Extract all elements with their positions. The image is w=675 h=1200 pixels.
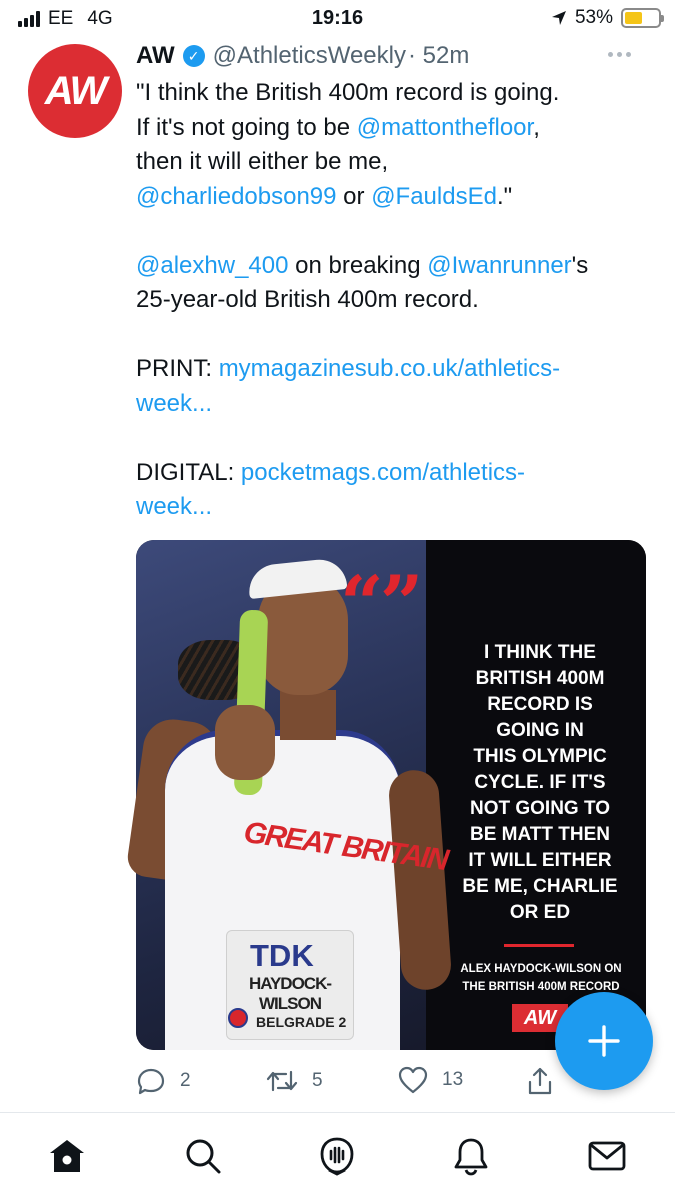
text-span: If it's not going to be bbox=[136, 113, 357, 141]
text-span: , bbox=[533, 113, 540, 141]
quote-line: THIS OLYMPIC bbox=[473, 746, 607, 767]
bottom-tab-bar bbox=[0, 1113, 675, 1200]
battery-percent: 53% bbox=[574, 7, 613, 28]
mention-link[interactable]: @charliedobson99 bbox=[136, 183, 337, 210]
text-span: 's bbox=[571, 251, 589, 279]
tweet-header: AW ✓ @AthleticsWeekly · 52m bbox=[136, 42, 469, 70]
mention-link[interactable]: @alexhw_400 bbox=[136, 252, 288, 279]
tab-home[interactable] bbox=[44, 1133, 90, 1179]
like-button[interactable]: 13 bbox=[398, 1066, 463, 1094]
verified-badge-icon: ✓ bbox=[182, 45, 205, 67]
text-span: on breaking bbox=[288, 251, 428, 279]
mention-link[interactable]: @FauldsEd bbox=[371, 183, 497, 210]
tweet-text: "I think the British 400m record is goin… bbox=[136, 76, 656, 525]
bib-name: HAYDOCK-WILSON bbox=[248, 974, 332, 1013]
credit-line: ALEX HAYDOCK-WILSON ON bbox=[460, 963, 622, 975]
tweet-line: @charliedobson99 or @FauldsEd." bbox=[136, 180, 656, 215]
url-link[interactable]: pocketmags.com/athletics- bbox=[241, 459, 525, 486]
tweet-line: PRINT: mymagazinesub.co.uk/athletics- bbox=[136, 352, 656, 387]
text-span: then it will either be me, bbox=[136, 148, 389, 175]
athlete-neck bbox=[280, 690, 336, 740]
search-icon bbox=[186, 1139, 221, 1174]
compose-tweet-button[interactable] bbox=[555, 992, 653, 1090]
status-bar: EE 4G 19:16 53% bbox=[0, 0, 675, 38]
tweet-line: DIGITAL: pocketmags.com/athletics- bbox=[136, 456, 656, 491]
status-right: 53% bbox=[551, 7, 664, 29]
quote-line: GOING IN bbox=[496, 720, 584, 741]
tab-notifications[interactable] bbox=[448, 1133, 494, 1179]
tweet-timestamp[interactable]: · 52m bbox=[408, 42, 469, 70]
battery-fill bbox=[625, 12, 642, 24]
url-link[interactable]: mymagazinesub.co.uk/athletics- bbox=[219, 355, 560, 382]
quote-line: CYCLE. IF IT'S bbox=[474, 772, 606, 793]
display-name[interactable]: AW bbox=[136, 42, 175, 70]
like-count: 13 bbox=[442, 1069, 464, 1090]
reply-count: 2 bbox=[180, 1070, 191, 1091]
url-link[interactable]: week... bbox=[136, 493, 212, 520]
text-span: DIGITAL: bbox=[136, 458, 241, 486]
quote-line: BE MATT THEN bbox=[469, 824, 611, 845]
reply-button[interactable]: 2 bbox=[136, 1066, 191, 1096]
retweet-icon bbox=[266, 1070, 298, 1092]
tab-search[interactable] bbox=[180, 1133, 226, 1179]
bib-event: BELGRADE 2 bbox=[256, 1014, 347, 1030]
share-icon bbox=[528, 1067, 552, 1095]
tweet-actions: 2 5 13 bbox=[136, 1060, 556, 1104]
quote-marks: “” bbox=[340, 559, 423, 648]
retweet-button[interactable]: 5 bbox=[266, 1066, 323, 1096]
avatar-text: AW bbox=[44, 68, 107, 113]
avatar[interactable]: AW bbox=[28, 44, 122, 138]
home-icon bbox=[50, 1140, 84, 1172]
tweet-line: week... bbox=[136, 490, 656, 525]
bib-brand: TDK bbox=[250, 938, 314, 973]
notifications-icon bbox=[454, 1138, 488, 1176]
tweet-line: @alexhw_400 on breaking @Iwanrunner's bbox=[136, 249, 656, 284]
quote-line: IT WILL EITHER bbox=[468, 850, 612, 871]
text-span: PRINT: bbox=[136, 355, 219, 382]
bib-flag-icon bbox=[228, 1008, 248, 1028]
share-button[interactable] bbox=[526, 1066, 554, 1096]
mention-link[interactable]: @Iwanrunner bbox=[427, 252, 571, 279]
url-link[interactable]: week... bbox=[136, 390, 212, 417]
messages-icon bbox=[588, 1141, 626, 1171]
quote-line: I THINK THE bbox=[484, 642, 596, 663]
tweet-line: 25-year-old British 400m record. bbox=[136, 283, 656, 318]
tweet-line: "I think the British 400m record is goin… bbox=[136, 76, 656, 111]
quote-text: I THINK THE BRITISH 400M RECORD IS GOING IN… bbox=[440, 640, 640, 926]
quote-credit: ALEX HAYDOCK-WILSON ON THE BRITISH 400M … bbox=[436, 960, 646, 996]
tweet-line: week... bbox=[136, 387, 656, 422]
text-span: 25-year-old British 400m record. bbox=[136, 286, 479, 313]
text-span: "I think the British 400m record is goin… bbox=[136, 79, 560, 106]
plus-icon bbox=[588, 1025, 620, 1057]
quote-line: BE ME, CHARLIE bbox=[462, 876, 618, 897]
reply-icon bbox=[137, 1068, 165, 1095]
divider-rule bbox=[504, 944, 574, 947]
retweet-count: 5 bbox=[312, 1070, 323, 1091]
tab-messages[interactable] bbox=[584, 1133, 630, 1179]
quote-line: NOT GOING TO bbox=[469, 798, 611, 819]
heart-icon bbox=[398, 1066, 428, 1094]
spaces-icon bbox=[320, 1137, 354, 1176]
location-arrow-icon bbox=[551, 11, 566, 25]
text-span: ." bbox=[496, 182, 513, 210]
text-span: or bbox=[336, 182, 372, 210]
tab-spaces[interactable] bbox=[314, 1133, 360, 1179]
athlete-hand bbox=[215, 705, 275, 780]
battery-icon bbox=[621, 8, 664, 28]
tweet-line: If it's not going to be @mattonthefloor, bbox=[136, 111, 656, 146]
quote-line: OR ED bbox=[509, 902, 571, 923]
quote-line: RECORD IS bbox=[487, 694, 593, 715]
quote-line: BRITISH 400M bbox=[475, 668, 605, 689]
mention-link[interactable]: @mattonthefloor bbox=[357, 114, 533, 141]
tweet-line: then it will either be me, bbox=[136, 145, 656, 180]
user-handle[interactable]: @AthleticsWeekly bbox=[213, 42, 406, 70]
more-horizontal-icon[interactable] bbox=[608, 52, 631, 57]
